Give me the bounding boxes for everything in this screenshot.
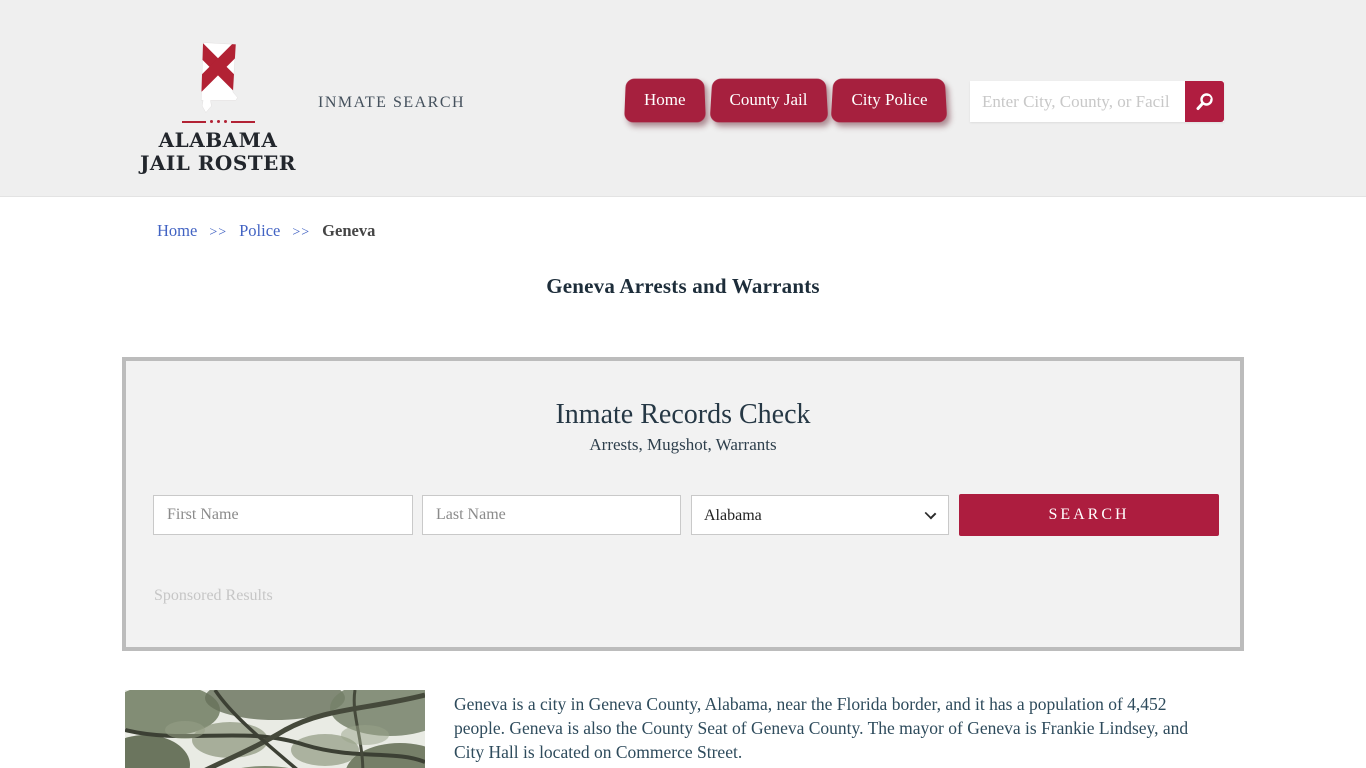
main-nav: Home County Jail City Police — [625, 78, 947, 122]
geneva-city-photo — [125, 690, 425, 768]
nav-home-button[interactable]: Home — [625, 78, 705, 122]
facility-search-button[interactable] — [1185, 81, 1224, 122]
nav-county-jail-label: County Jail — [729, 90, 808, 109]
magnifier-icon — [1196, 92, 1213, 110]
page-title: Geneva Arrests and Warrants — [546, 274, 820, 298]
city-description-text: Geneva is a city in Geneva County, Alaba… — [454, 694, 1189, 763]
state-select[interactable]: Alabama — [691, 495, 949, 535]
nav-county-jail-button[interactable]: County Jail — [711, 78, 827, 122]
breadcrumb-separator: >> — [209, 225, 228, 240]
facility-search-input[interactable] — [970, 81, 1185, 122]
site-logo[interactable]: ALABAMA JAIL ROSTER — [140, 40, 296, 175]
breadcrumb-current-page: Geneva — [322, 221, 376, 240]
inmate-search-tagline: INMATE SEARCH — [318, 94, 466, 111]
logo-divider — [181, 120, 255, 123]
records-check-title: Inmate Records Check — [555, 399, 811, 430]
tree-canopy-image — [125, 690, 425, 768]
records-check-subtitle: Arrests, Mugshot, Warrants — [589, 435, 777, 454]
breadcrumb: Home >> Police >> Geneva — [157, 221, 375, 241]
records-search-button[interactable]: SEARCH — [959, 494, 1219, 536]
breadcrumb-home-link[interactable]: Home — [157, 221, 197, 241]
first-name-field[interactable] — [153, 495, 413, 535]
state-select-wrap: Alabama — [691, 495, 949, 535]
nav-city-police-button[interactable]: City Police — [832, 78, 946, 122]
page: ALABAMA JAIL ROSTER INMATE SEARCH Home C… — [0, 0, 1366, 768]
last-name-field[interactable] — [422, 495, 681, 535]
breadcrumb-police-link[interactable]: Police — [239, 221, 280, 241]
logo-text-line1: ALABAMA — [158, 128, 278, 152]
nav-home-label: Home — [644, 90, 686, 109]
logo-text-line2: JAIL ROSTER — [139, 151, 297, 175]
facility-search-bar — [970, 81, 1224, 122]
nav-city-police-label: City Police — [851, 90, 928, 109]
breadcrumb-separator: >> — [292, 225, 311, 240]
site-header: ALABAMA JAIL ROSTER INMATE SEARCH Home C… — [0, 0, 1366, 197]
sponsored-results-label: Sponsored Results — [154, 587, 273, 604]
inmate-records-check-panel: Inmate Records Check Arrests, Mugshot, W… — [122, 357, 1244, 651]
alabama-state-flag-icon — [200, 42, 238, 113]
